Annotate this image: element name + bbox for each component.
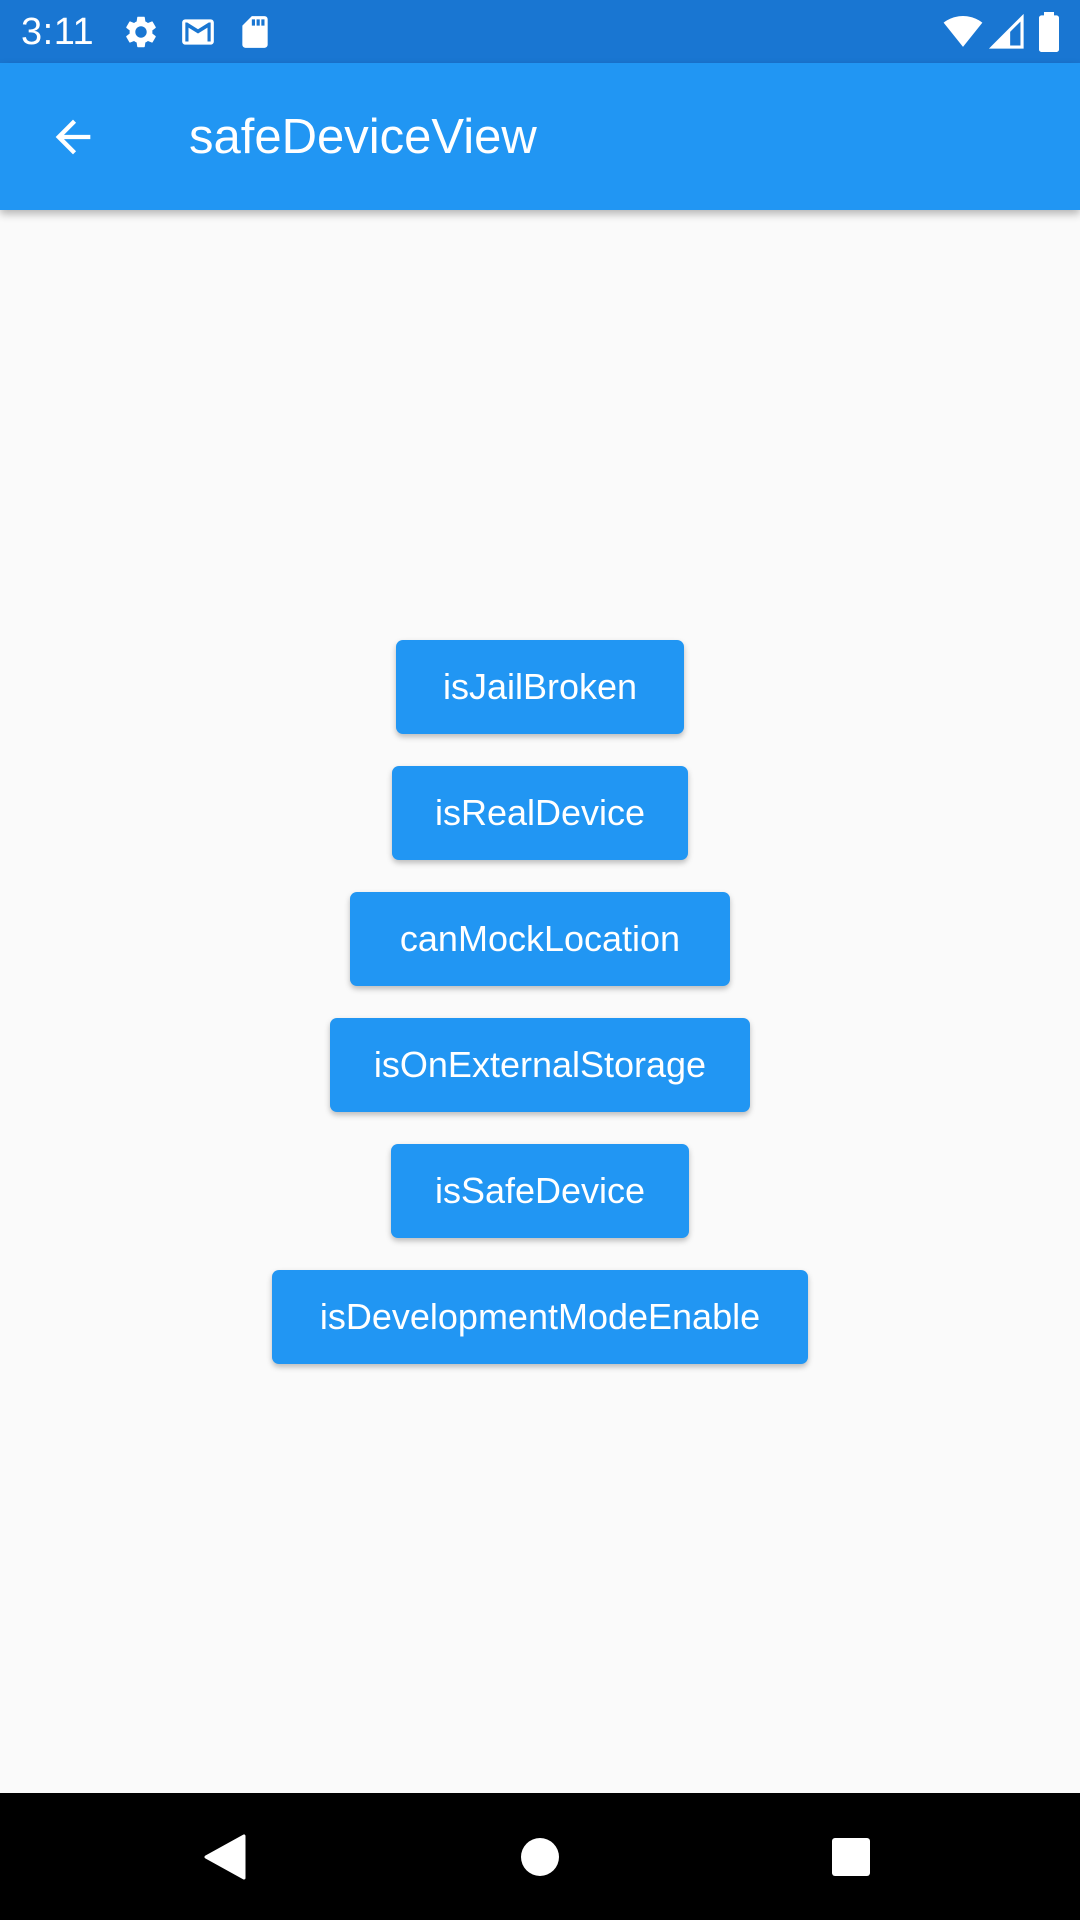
back-button[interactable] — [31, 95, 115, 179]
app-bar: safeDeviceView — [0, 63, 1080, 210]
button-label: isSafeDevice — [434, 1170, 646, 1211]
status-time: 3:11 — [21, 11, 95, 53]
is-safe-device-button[interactable]: isSafeDevice — [391, 1144, 689, 1238]
button-label: isJailBroken — [442, 666, 638, 707]
button-label: isDevelopmentModeEnable — [319, 1296, 761, 1337]
back-triangle-icon — [204, 1834, 246, 1880]
nav-back-button[interactable] — [186, 1819, 262, 1895]
arrow-back-icon — [55, 119, 91, 155]
screen: 3:11 safeDeviceView isJailBroken isRealD… — [0, 0, 1080, 1920]
button-label: canMockLocation — [399, 918, 681, 959]
nav-home-button[interactable] — [502, 1819, 578, 1895]
content-area: isJailBroken isRealDevice canMockLocatio… — [0, 210, 1080, 1793]
page-title: safeDeviceView — [189, 110, 537, 164]
signal-icon — [988, 13, 1026, 51]
navigation-bar — [0, 1793, 1080, 1920]
battery-icon — [1035, 12, 1063, 52]
button-label: isOnExternalStorage — [373, 1044, 707, 1085]
wifi-icon — [943, 11, 983, 51]
sd-card-icon — [236, 13, 274, 51]
recents-square-icon — [832, 1838, 870, 1876]
is-jail-broken-button[interactable]: isJailBroken — [396, 640, 684, 734]
is-development-mode-enable-button[interactable]: isDevelopmentModeEnable — [272, 1270, 808, 1364]
status-bar: 3:11 — [0, 0, 1080, 63]
can-mock-location-button[interactable]: canMockLocation — [350, 892, 730, 986]
settings-icon — [122, 13, 160, 51]
nav-recents-button[interactable] — [813, 1819, 889, 1895]
home-circle-icon — [521, 1838, 559, 1876]
gmail-icon — [179, 13, 217, 51]
is-on-external-storage-button[interactable]: isOnExternalStorage — [330, 1018, 750, 1112]
is-real-device-button[interactable]: isRealDevice — [392, 766, 688, 860]
button-label: isRealDevice — [434, 792, 646, 833]
